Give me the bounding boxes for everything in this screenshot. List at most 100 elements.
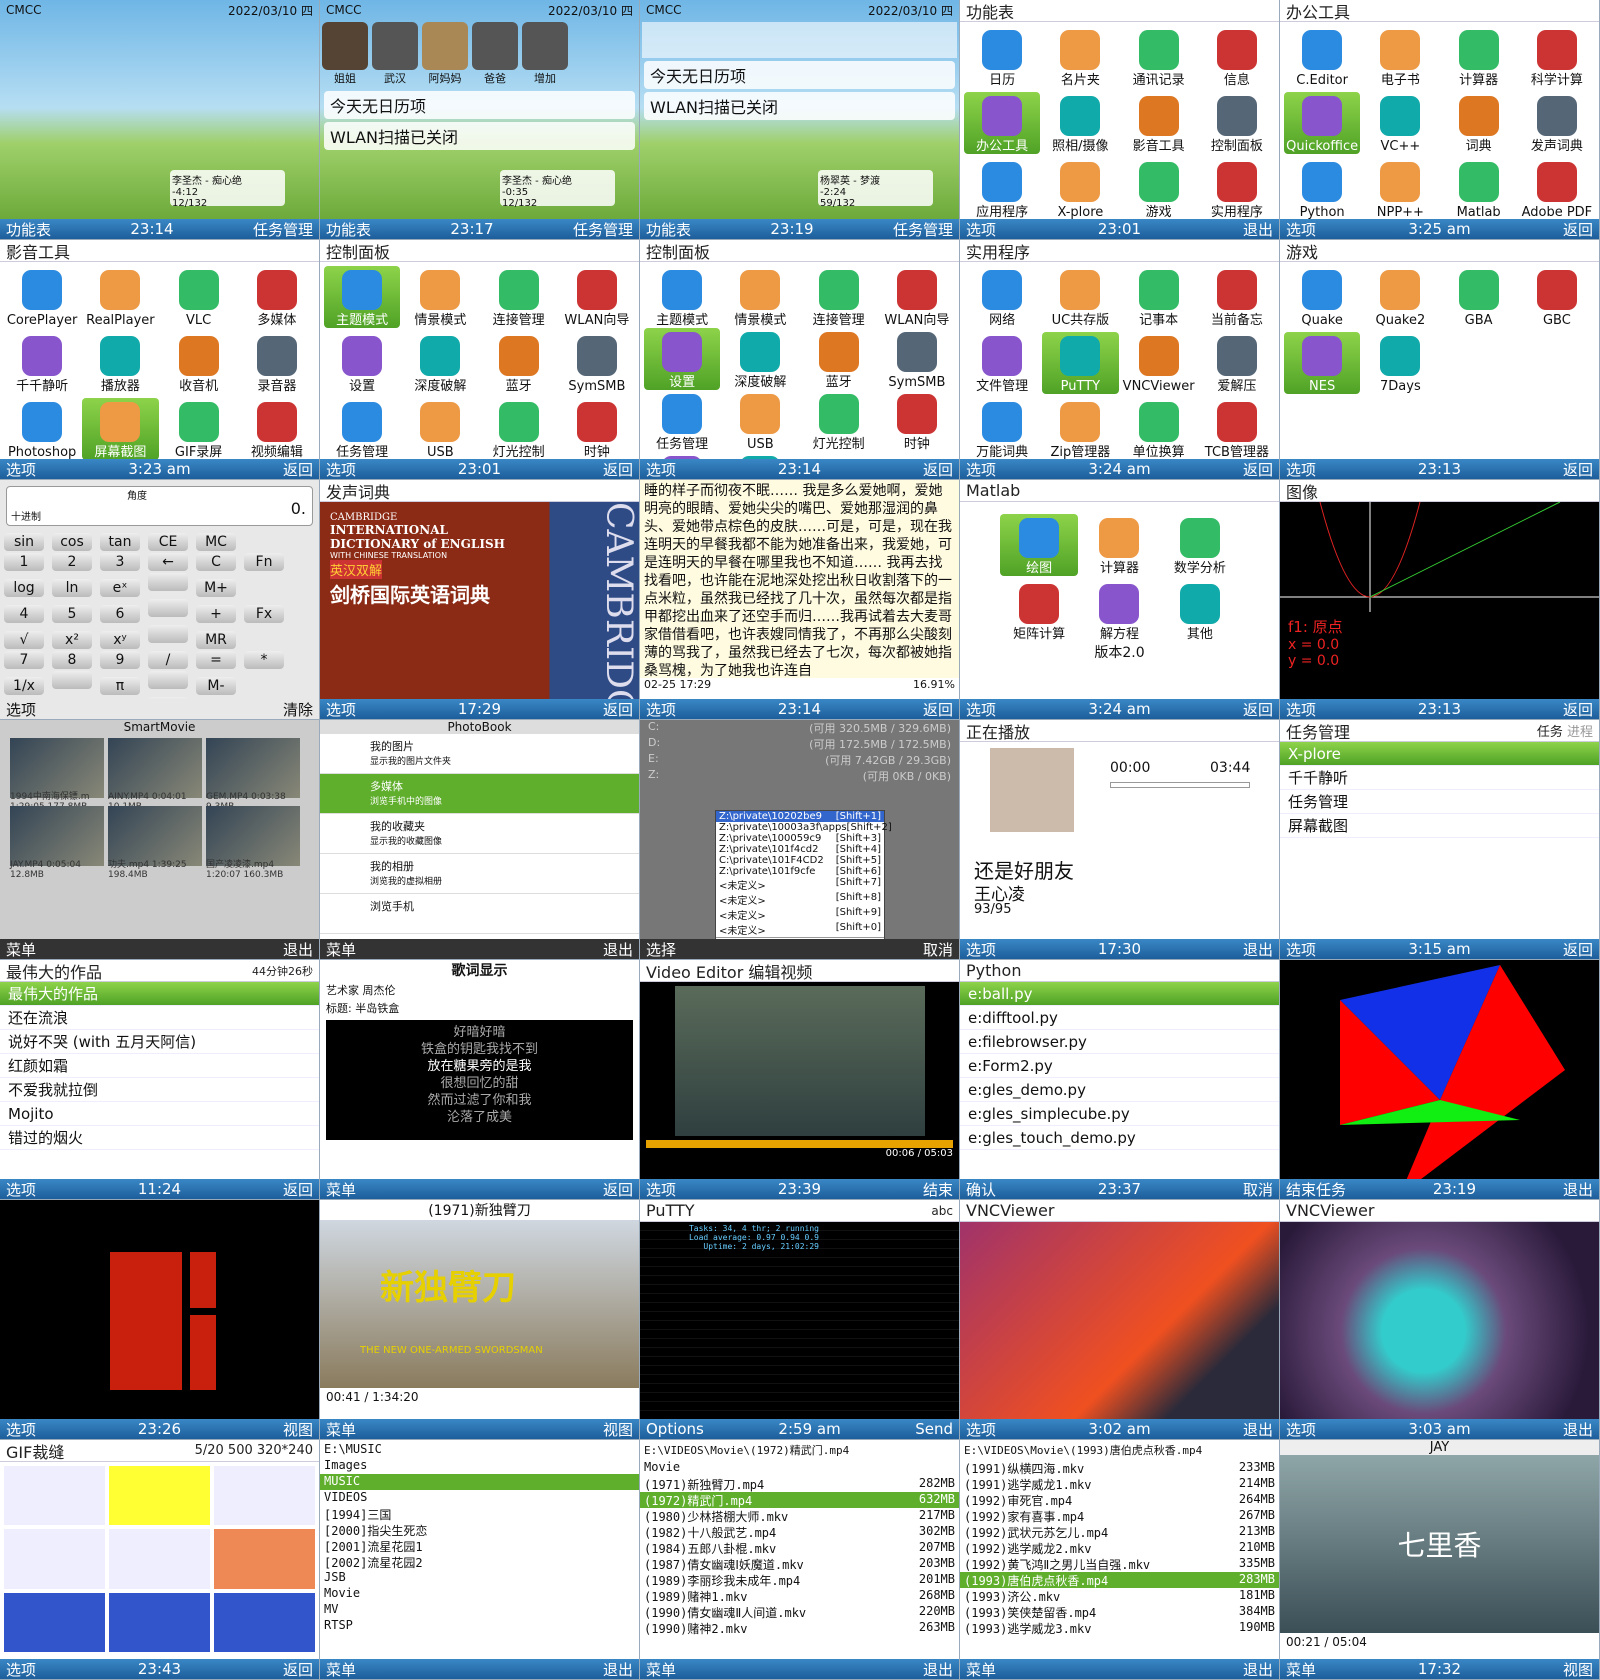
list-item[interactable]: (1992)审死官.mp4 264MB: [960, 1492, 1279, 1508]
bookmark-item[interactable]: <未定义> [Shift+7]: [716, 877, 884, 892]
calc-key[interactable]: 8: [52, 651, 92, 669]
list-item[interactable]: e:gles_touch_demo.py: [960, 1126, 1279, 1150]
calc-key[interactable]: +: [196, 605, 236, 623]
app-icon-item[interactable]: 蓝牙: [481, 332, 557, 394]
app-icon-item[interactable]: 情景模式: [402, 266, 478, 328]
softkey-right[interactable]: 退出: [1243, 1659, 1273, 1680]
wlan-notice[interactable]: WLAN扫描已关闭: [324, 122, 635, 150]
softkey-left[interactable]: 菜单: [646, 1659, 676, 1680]
calc-key[interactable]: Fx: [244, 605, 284, 623]
softkey-left[interactable]: 选项: [6, 1659, 36, 1680]
list-item[interactable]: [1994]三国: [320, 1506, 639, 1522]
softkey-right[interactable]: 退出: [1563, 1419, 1593, 1440]
list-item[interactable]: 不爱我就拉倒: [0, 1078, 319, 1102]
bookmark-item[interactable]: Z:\private\100059c9 [Shift+3]: [716, 833, 884, 844]
app-icon-item[interactable]: 计算器: [1080, 514, 1158, 576]
app-icon-item[interactable]: 发声词典: [1519, 92, 1595, 154]
calc-key[interactable]: [148, 573, 188, 591]
app-icon-item[interactable]: 情景模式: [722, 266, 798, 328]
app-icon-item[interactable]: 计算器: [1441, 26, 1517, 88]
calc-key[interactable]: ln: [52, 579, 92, 597]
app-icon-item[interactable]: 千千静听: [4, 332, 80, 394]
calc-key[interactable]: M-: [196, 677, 236, 695]
softkey-left[interactable]: 选项: [966, 939, 996, 960]
music-widget[interactable]: 杨翠英 - 梦渡 -2:24 59/132: [818, 170, 933, 209]
softkey-left[interactable]: 选项: [646, 699, 676, 720]
app-icon-item[interactable]: 控制面板: [1199, 92, 1275, 154]
calc-key[interactable]: log: [4, 579, 44, 597]
calc-key[interactable]: 6: [100, 605, 140, 623]
softkey-left[interactable]: 选项: [6, 1419, 36, 1440]
softkey-right[interactable]: 任务管理: [253, 219, 313, 240]
app-icon-item[interactable]: WLAN向导: [559, 266, 635, 328]
frame-thumb[interactable]: [4, 1529, 105, 1589]
softkey-left[interactable]: 选项: [646, 1179, 676, 1200]
softkey-left[interactable]: 菜单: [6, 939, 36, 960]
softkey-right[interactable]: 视图: [1563, 1659, 1593, 1680]
app-icon-item[interactable]: 录音器: [239, 332, 315, 394]
app-icon-item[interactable]: GBA: [1441, 266, 1517, 328]
list-item[interactable]: (1992)逃学威龙2.mkv 210MB: [960, 1540, 1279, 1556]
softkey-left[interactable]: 选项: [1286, 699, 1316, 720]
app-icon-item[interactable]: 主题模式: [644, 266, 720, 328]
calendar-notice[interactable]: 今天无日历项: [324, 91, 635, 119]
bookmark-item[interactable]: Z:\private\10003a3f\apps [Shift+2]: [716, 822, 892, 833]
list-item[interactable]: e:Form2.py: [960, 1054, 1279, 1078]
app-icon-item[interactable]: 照相/摄像: [1042, 92, 1118, 154]
app-icon-item[interactable]: 数学分析: [1161, 514, 1239, 576]
list-item[interactable]: 最伟大的作品: [0, 982, 319, 1006]
bookmark-item[interactable]: Z:\private\101f9cfe [Shift+6]: [716, 866, 884, 877]
app-icon-item[interactable]: 通讯记录: [1121, 26, 1197, 88]
softkey-left[interactable]: 选项: [326, 699, 356, 720]
frame-thumb[interactable]: [214, 1529, 315, 1589]
contact-item[interactable]: 武汉: [372, 22, 418, 86]
app-icon-item[interactable]: VLC: [161, 266, 237, 328]
music-widget[interactable]: 李圣杰 - 痴心绝 -0:35 12/132: [500, 170, 615, 209]
calc-key[interactable]: tan: [100, 533, 140, 551]
softkey-left[interactable]: 菜单: [326, 1419, 356, 1440]
softkey-left[interactable]: 选项: [966, 219, 996, 240]
softkey-left[interactable]: 功能表: [326, 219, 371, 240]
list-item[interactable]: (1993)济公.mkv 181MB: [960, 1588, 1279, 1604]
calc-key[interactable]: [148, 671, 188, 689]
softkey-right[interactable]: 返回: [283, 459, 313, 480]
calc-key[interactable]: =: [196, 651, 236, 669]
bookmark-menu[interactable]: Z:\private\10202be9 [Shift+1] Z:\private\1…: [715, 810, 892, 956]
app-icon-item[interactable]: SymSMB: [559, 332, 635, 394]
softkey-right[interactable]: 返回: [283, 1179, 313, 1200]
calc-key[interactable]: 7: [4, 651, 44, 669]
video-thumb[interactable]: 国产凌凌漆.mp4 1:20:07 160.3MB: [206, 806, 300, 880]
list-item[interactable]: 屏幕截图: [1280, 814, 1599, 838]
softkey-left[interactable]: 菜单: [326, 1179, 356, 1200]
app-icon-item[interactable]: 蓝牙: [801, 328, 877, 390]
app-icon-item[interactable]: SymSMB: [879, 328, 955, 390]
list-item[interactable]: Mojito: [0, 1102, 319, 1126]
app-icon-item[interactable]: 其他: [1161, 580, 1239, 642]
calc-key[interactable]: eˣ: [100, 579, 140, 597]
app-icon-item[interactable]: 万能词典: [964, 398, 1040, 460]
bookmark-item[interactable]: <未定义> [Shift+8]: [716, 892, 884, 907]
list-item[interactable]: [2001]流星花园1: [320, 1538, 639, 1554]
app-icon-item[interactable]: 7Days: [1362, 332, 1438, 394]
app-icon-item[interactable]: Quickoffice: [1284, 92, 1361, 154]
bookmark-item[interactable]: Z:\private\10202be9 [Shift+1]: [716, 811, 884, 822]
app-icon-item[interactable]: Quake: [1284, 266, 1360, 328]
app-icon-item[interactable]: 当前备忘: [1199, 266, 1275, 328]
app-icon-item[interactable]: 时钟: [879, 390, 955, 452]
app-icon-item[interactable]: GIF录屏: [161, 398, 237, 460]
softkey-left[interactable]: 选项: [646, 459, 676, 480]
list-item[interactable]: (1971)新独臂刀.mp4 282MB: [640, 1476, 959, 1492]
app-icon-item[interactable]: 爱解压: [1199, 332, 1275, 394]
list-item[interactable]: X-plore: [1280, 742, 1599, 766]
app-icon-item[interactable]: 主题模式: [324, 266, 401, 328]
app-icon-item[interactable]: 绘图: [1000, 514, 1079, 576]
softkey-right[interactable]: 退出: [1563, 1179, 1593, 1200]
calc-key[interactable]: 1/x: [4, 677, 44, 695]
list-item[interactable]: (1972)精武门.mp4 632MB: [640, 1492, 959, 1508]
app-icon-item[interactable]: 灯光控制: [801, 390, 877, 452]
list-item[interactable]: VIDEOS: [320, 1490, 639, 1506]
app-icon-item[interactable]: C.Editor: [1284, 26, 1360, 88]
softkey-left[interactable]: 选项: [6, 459, 36, 480]
list-item[interactable]: 任务管理: [1280, 790, 1599, 814]
frame-thumb[interactable]: [214, 1592, 315, 1652]
